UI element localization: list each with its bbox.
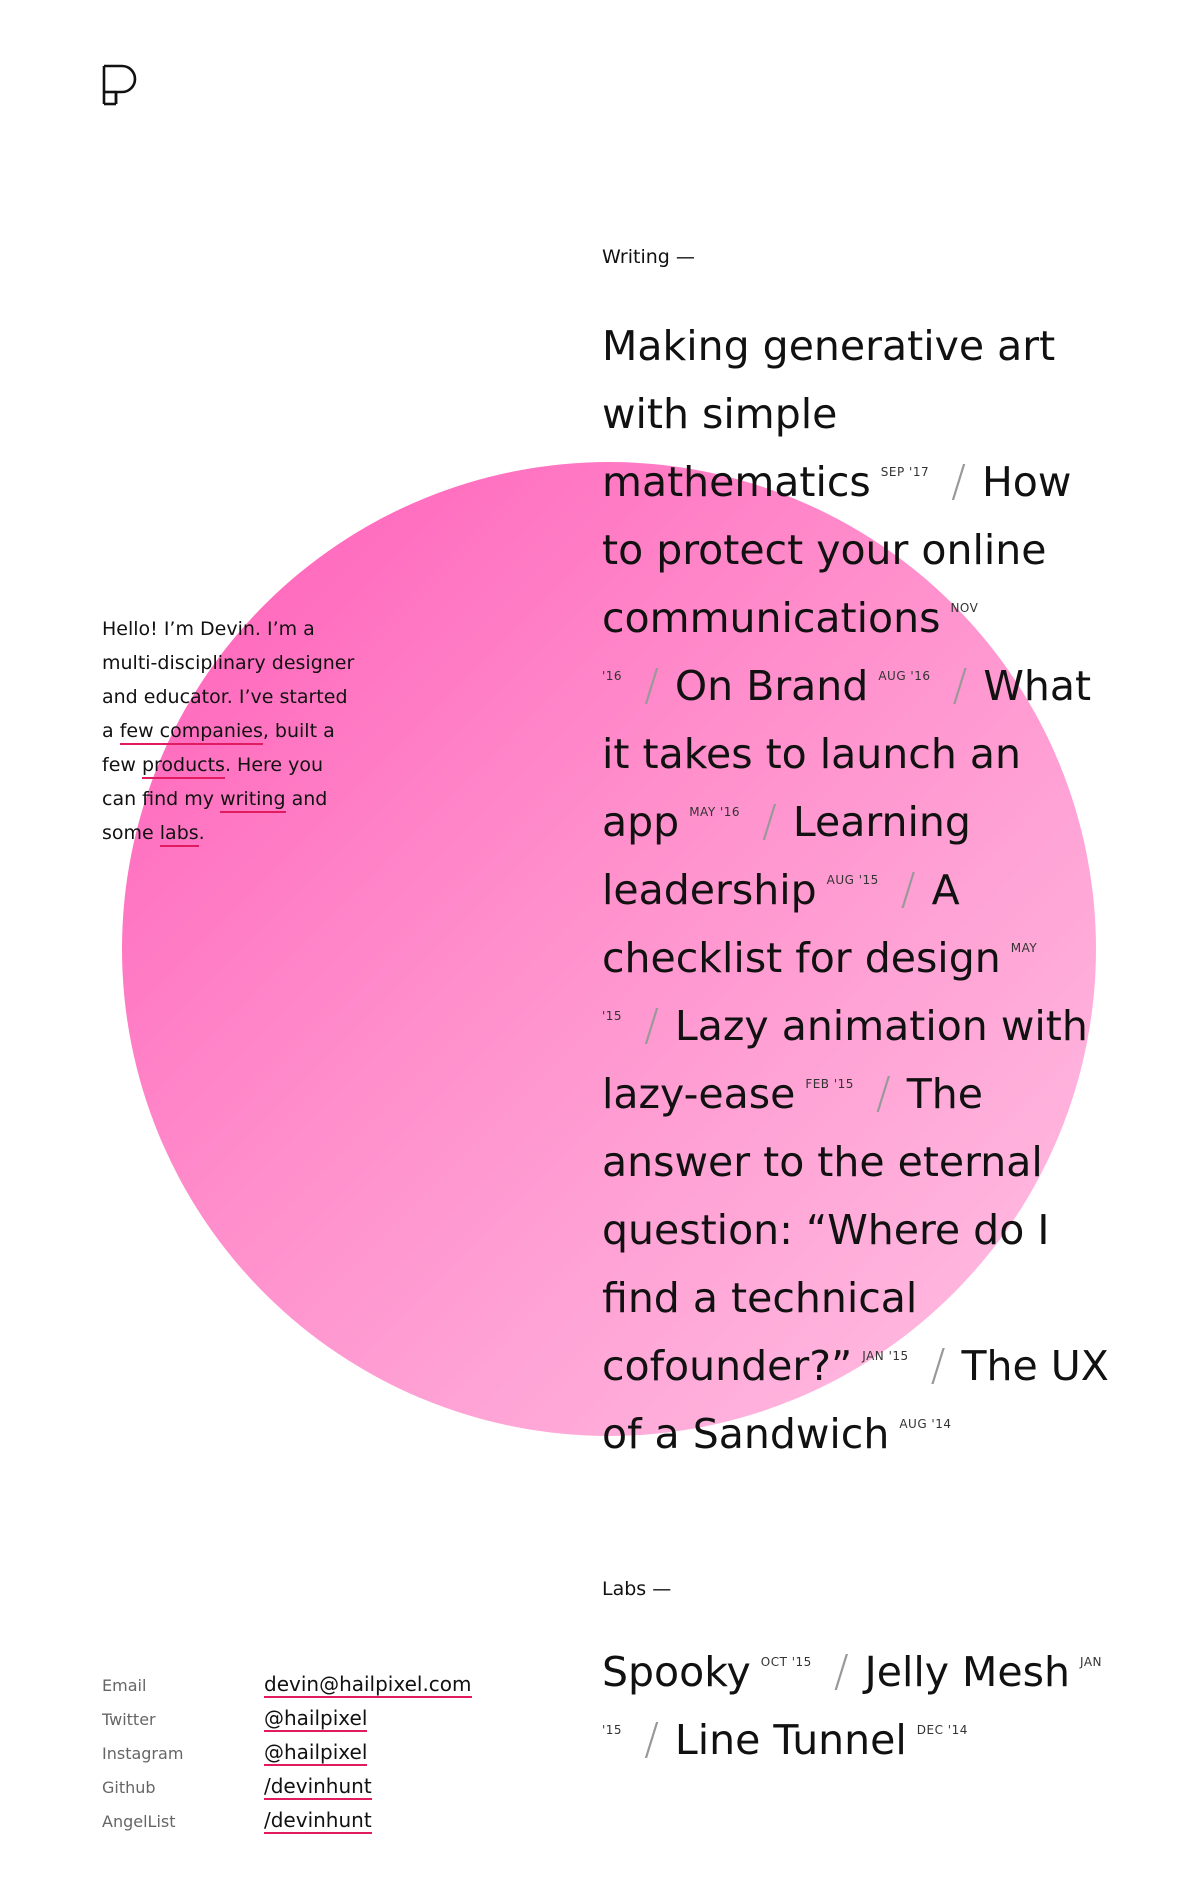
writing-item-title[interactable]: Lazy animation with lazy-ease bbox=[602, 1002, 1088, 1118]
writing-item-date: AUG '16 bbox=[878, 669, 931, 683]
writing-item-date: AUG '15 bbox=[826, 873, 879, 887]
labs-item-title[interactable]: Spooky bbox=[602, 1648, 751, 1696]
writing-item-date: SEP '17 bbox=[880, 465, 930, 479]
writing-item-date: FEB '15 bbox=[805, 1077, 854, 1091]
email-link[interactable]: devin@hailpixel.com bbox=[264, 1672, 472, 1698]
contact-label: AngelList bbox=[102, 1811, 176, 1831]
companies-link[interactable]: few companies bbox=[119, 720, 263, 745]
intro-text-part: . bbox=[198, 822, 205, 844]
separator: / bbox=[952, 660, 968, 711]
labs-list: Spooky OCT '15/Jelly Mesh JAN '15/Line Tun… bbox=[602, 1638, 1112, 1774]
labs-item-date: DEC '14 bbox=[916, 1723, 968, 1737]
angellist-link[interactable]: /devinhunt bbox=[264, 1808, 372, 1834]
separator: / bbox=[644, 1714, 659, 1765]
separator: / bbox=[644, 660, 659, 711]
contact-label: Instagram bbox=[102, 1743, 184, 1763]
contact-row-email: Email devin@hailpixel.com bbox=[102, 1668, 472, 1702]
writing-item-date: MAY '16 bbox=[689, 805, 741, 819]
writing-section-label: Writing — bbox=[602, 246, 695, 268]
labs-item-title[interactable]: Line Tunnel bbox=[675, 1716, 907, 1764]
contact-row-instagram: Instagram @hailpixel bbox=[102, 1736, 472, 1770]
twitter-link[interactable]: @hailpixel bbox=[264, 1706, 368, 1732]
labs-link[interactable]: labs bbox=[159, 822, 199, 847]
writing-link[interactable]: writing bbox=[220, 788, 286, 813]
contact-label: Twitter bbox=[102, 1709, 156, 1729]
labs-item-title[interactable]: Jelly Mesh bbox=[865, 1648, 1070, 1696]
separator: / bbox=[833, 1646, 849, 1697]
contact-label: Email bbox=[102, 1675, 147, 1695]
writing-item-date: JAN '15 bbox=[862, 1349, 909, 1363]
writing-item-date: AUG '14 bbox=[899, 1417, 952, 1431]
labs-item-date: OCT '15 bbox=[760, 1655, 812, 1669]
logo-icon[interactable] bbox=[102, 64, 146, 106]
contact-row-github: Github /devinhunt bbox=[102, 1770, 472, 1804]
github-link[interactable]: /devinhunt bbox=[264, 1774, 372, 1800]
separator: / bbox=[930, 1340, 946, 1391]
products-link[interactable]: products bbox=[141, 754, 225, 779]
separator: / bbox=[762, 796, 777, 847]
contact-row-angellist: AngelList /devinhunt bbox=[102, 1804, 472, 1838]
contact-row-twitter: Twitter @hailpixel bbox=[102, 1702, 472, 1736]
intro-text: Hello! I’m Devin. I’m a multi-disciplina… bbox=[102, 612, 362, 850]
contact-list: Email devin@hailpixel.com Twitter @hailp… bbox=[102, 1668, 472, 1838]
contact-label: Github bbox=[102, 1777, 156, 1797]
instagram-link[interactable]: @hailpixel bbox=[264, 1740, 368, 1766]
separator: / bbox=[951, 456, 966, 507]
writing-item-title[interactable]: On Brand bbox=[675, 662, 868, 710]
writing-list: Making generative art with simple mathem… bbox=[602, 312, 1112, 1468]
separator: / bbox=[900, 864, 916, 915]
separator: / bbox=[875, 1068, 891, 1119]
separator: / bbox=[644, 1000, 659, 1051]
labs-section-label: Labs — bbox=[602, 1578, 672, 1600]
